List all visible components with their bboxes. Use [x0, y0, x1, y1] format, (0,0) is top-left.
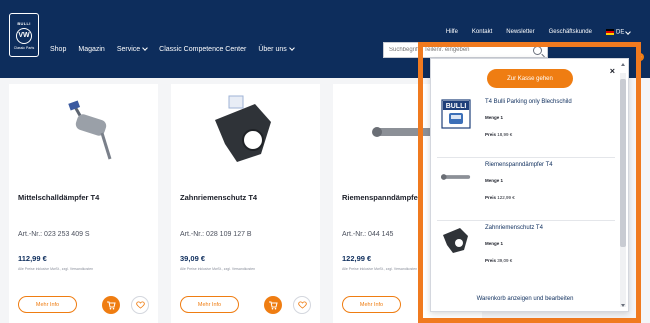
product-card[interactable]: Zahnriemenschutz T4 Art.-Nr.: 028 109 12…: [171, 84, 320, 323]
german-flag-icon: [605, 29, 614, 35]
cart-item-price: Preis 39,09 €: [485, 258, 512, 263]
nav-hilfe[interactable]: Hilfe: [446, 29, 458, 35]
cart-item-qty: Menge 1: [485, 178, 504, 183]
cart-item-qty: Menge 1: [485, 115, 504, 120]
scroll-up-icon[interactable]: [621, 63, 625, 66]
nav-newsletter[interactable]: Newsletter: [506, 29, 534, 35]
logo-top-text: BULLI: [17, 20, 31, 26]
minicart-scrollbar-thumb[interactable]: [620, 79, 626, 247]
cart-icon: [269, 301, 278, 310]
nav-classic-competence-center[interactable]: Classic Competence Center: [159, 46, 246, 53]
nav-geschaeftskunde[interactable]: Geschäftskunde: [549, 29, 592, 35]
nav-service[interactable]: Service: [116, 45, 149, 53]
vw-emblem-icon: VW: [16, 27, 32, 44]
product-name[interactable]: Riemenspanndämpfer: [342, 193, 421, 202]
muffler-icon: [67, 99, 111, 159]
nav-service-label: Service: [116, 46, 141, 53]
price-value: 122,99 €: [497, 195, 515, 200]
product-price: 112,99 €: [18, 254, 47, 263]
add-to-cart-button[interactable]: [264, 296, 282, 314]
top-nav: Hilfe Kontakt Newsletter Geschäftskunde …: [446, 28, 631, 36]
cart-item-title[interactable]: Riemenspanndämpfer T4: [485, 162, 553, 168]
price-label: Preis: [485, 132, 497, 137]
product-grid: Mittelschalldämpfer T4 Art.-Nr.: 023 253…: [9, 84, 482, 323]
add-to-cart-button[interactable]: [102, 296, 120, 314]
chevron-down-icon: [625, 28, 631, 35]
chevron-down-icon: [288, 45, 295, 51]
price-value: 18,99 €: [497, 132, 513, 137]
timing-belt-cover-icon: [443, 228, 468, 253]
cart-item-qty: Menge 1: [485, 241, 504, 246]
heart-icon: [135, 301, 145, 309]
minicart-dropdown: Zur Kasse gehen × BULLI T4 Bulli Parking…: [430, 58, 629, 312]
more-info-button[interactable]: Mehr Info: [18, 296, 77, 313]
nav-shop[interactable]: Shop: [50, 46, 66, 53]
product-image[interactable]: [171, 84, 320, 179]
cart-item-image[interactable]: [440, 224, 472, 256]
logo-bottom-text: Classic Parts: [13, 45, 35, 50]
nav-kontakt[interactable]: Kontakt: [472, 29, 492, 35]
product-price: 122,99 €: [342, 254, 372, 263]
bulli-sign-icon: BULLI: [441, 99, 471, 129]
cart-icon: [107, 301, 116, 310]
tensioner-damper-icon: [440, 174, 471, 180]
language-switcher[interactable]: DE: [605, 28, 631, 36]
cart-item: BULLI T4 Bulli Parking only Blechschild …: [437, 95, 615, 158]
price-value: 39,09 €: [497, 258, 513, 263]
cart-item-price: Preis 122,99 €: [485, 195, 515, 200]
product-price: 39,09 €: [180, 254, 206, 263]
timing-belt-cover-icon: [214, 95, 271, 162]
heart-icon: [297, 301, 307, 309]
cart-item: Zahnriemenschutz T4 Menge 1 Preis 39,09 …: [437, 221, 615, 284]
cart-item-price: Preis 18,99 €: [485, 132, 512, 137]
view-cart-link[interactable]: Warenkorb anzeigen und bearbeiten: [431, 296, 619, 302]
svg-text:BULLI: BULLI: [446, 103, 467, 110]
product-tax-note: Alle Preise inklusive MwSt., zzgl. Versa…: [18, 267, 94, 271]
product-name[interactable]: Mittelschalldämpfer T4: [18, 193, 99, 202]
product-art-nr: Art.-Nr.: 044 145: [342, 231, 394, 238]
main-nav: Shop Magazin Service Classic Competence …: [50, 45, 295, 53]
product-image[interactable]: [9, 84, 158, 179]
more-info-button[interactable]: Mehr Info: [342, 296, 401, 313]
product-card[interactable]: Mittelschalldämpfer T4 Art.-Nr.: 023 253…: [9, 84, 158, 323]
cart-item: Riemenspanndämpfer T4 Menge 1 Preis 122,…: [437, 158, 615, 221]
product-art-nr: Art.-Nr.: 028 109 127 B: [180, 231, 252, 238]
product-tax-note: Alle Preise inklusive MwSt., zzgl. Versa…: [180, 267, 256, 271]
shop-page: BULLI VW Classic Parts Hilfe Kontakt New…: [0, 0, 650, 323]
nav-magazin[interactable]: Magazin: [78, 46, 104, 53]
cart-item-title[interactable]: Zahnriemenschutz T4: [485, 225, 543, 231]
product-name[interactable]: Zahnriemenschutz T4: [180, 193, 257, 202]
cart-item-image[interactable]: BULLI: [440, 98, 472, 130]
price-label: Preis: [485, 195, 497, 200]
nav-ueber-uns-label: Über uns: [258, 46, 287, 53]
language-label: DE: [615, 29, 625, 36]
chevron-down-icon: [142, 45, 149, 51]
cart-item-image[interactable]: [440, 161, 472, 193]
more-info-button[interactable]: Mehr Info: [180, 296, 239, 313]
price-label: Preis: [485, 258, 497, 263]
scroll-down-icon[interactable]: [621, 304, 625, 307]
wishlist-button[interactable]: [293, 296, 311, 314]
brand-logo[interactable]: BULLI VW Classic Parts: [9, 13, 39, 57]
nav-ueber-uns[interactable]: Über uns: [258, 45, 295, 53]
product-art-nr: Art.-Nr.: 023 253 409 S: [18, 231, 90, 238]
checkout-button[interactable]: Zur Kasse gehen: [487, 69, 573, 88]
close-icon[interactable]: ×: [610, 66, 615, 76]
cart-item-title[interactable]: T4 Bulli Parking only Blechschild: [485, 99, 572, 105]
product-tax-note: Alle Preise inklusive MwSt., zzgl. Versa…: [342, 267, 418, 271]
wishlist-button[interactable]: [131, 296, 149, 314]
